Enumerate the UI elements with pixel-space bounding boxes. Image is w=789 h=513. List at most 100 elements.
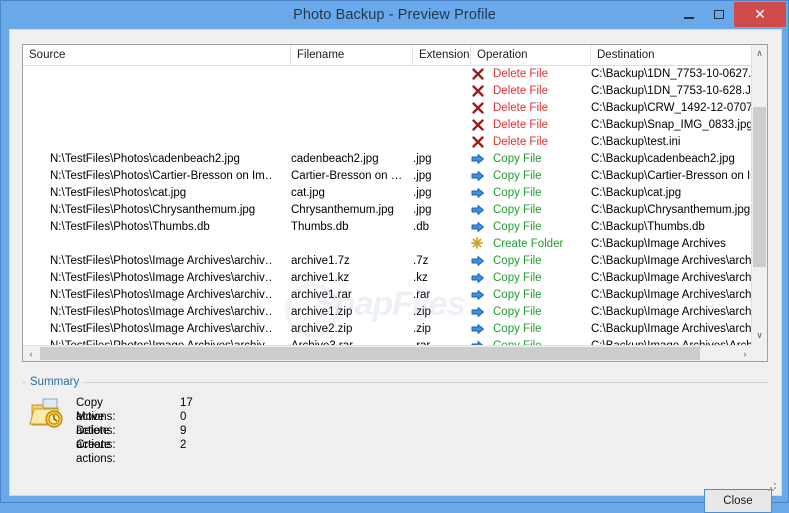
scroll-up-icon[interactable]: ∧ — [752, 45, 767, 62]
summary-group: Summary Copy actions: 17 Move actions: 0 Del… — [22, 374, 768, 465]
cell-filename: cadenbeach2.jpg — [291, 153, 379, 165]
scroll-down-icon[interactable]: ∨ — [752, 327, 767, 344]
cell-extension: .zip — [413, 323, 431, 335]
cell-destination: C:\Backup\Snap_IMG_0833.jpg.aes2 — [591, 119, 767, 131]
table-row[interactable]: N:\TestFiles\Photos\cadenbeach2.jpg caden… — [23, 151, 767, 168]
window-controls: ✕ — [674, 1, 788, 29]
table-row[interactable]: Delete File C:\Backup\1DN_7753-10-628.JPG — [23, 83, 767, 100]
cell-source: N:\TestFiles\Photos\Image Archives\archi… — [50, 255, 271, 267]
backup-folder-icon — [29, 396, 65, 432]
cell-operation: Copy File — [493, 323, 542, 335]
cell-destination: C:\Backup\Chrysanthemum.jpg — [591, 204, 751, 216]
cell-source — [23, 83, 271, 100]
group-divider — [22, 382, 768, 383]
cell-filename — [291, 134, 407, 151]
cell-filename: Thumbs.db — [291, 221, 349, 233]
column-header-filename[interactable]: Filename — [291, 45, 413, 65]
table-row[interactable]: N:\TestFiles\Photos\Thumbs.db Thumbs.db .d… — [23, 219, 767, 236]
table-row[interactable]: N:\TestFiles\Photos\Image Archives\archi… — [23, 304, 767, 321]
maximize-icon — [714, 10, 724, 19]
summary-item-value: 2 — [180, 439, 187, 451]
cell-filename: cat.jpg — [291, 187, 325, 199]
table-row[interactable]: N:\TestFiles\Photos\Image Archives\archi… — [23, 287, 767, 304]
cell-operation: Delete File — [493, 68, 548, 80]
list-rows: Delete File C:\Backup\1DN_7753-10-0627.JP… — [23, 66, 767, 361]
cell-destination: C:\Backup\test.ini — [591, 136, 681, 148]
summary-label: Summary — [26, 374, 84, 390]
cell-filename — [291, 117, 407, 134]
cell-extension — [413, 100, 465, 117]
table-row[interactable]: N:\TestFiles\Photos\Cartier-Bresson on I… — [23, 168, 767, 185]
cell-filename — [291, 83, 407, 100]
cell-extension: .zip — [413, 306, 431, 318]
cell-source: N:\TestFiles\Photos\Image Archives\archi… — [50, 306, 271, 318]
column-header-destination[interactable]: Destination — [591, 45, 767, 65]
cell-destination: C:\Backup\Thumbs.db — [591, 221, 705, 233]
preview-list[interactable]: Source Filename Extension Operation Destinat… — [22, 44, 768, 362]
cell-source: N:\TestFiles\Photos\cadenbeach2.jpg — [50, 153, 240, 165]
window-title: Photo Backup - Preview Profile — [293, 7, 496, 23]
title-bar: Photo Backup - Preview Profile ✕ — [1, 1, 788, 29]
cell-extension — [413, 117, 465, 134]
cell-operation: Copy File — [493, 204, 542, 216]
dialog-body: Source Filename Extension Operation Destinat… — [9, 29, 782, 513]
cell-filename — [291, 236, 407, 253]
table-row[interactable]: Create Folder C:\Backup\Image Archives — [23, 236, 767, 253]
cell-extension: .jpg — [413, 153, 432, 165]
cell-extension: .jpg — [413, 187, 432, 199]
cell-filename: Chrysanthemum.jpg — [291, 204, 394, 216]
scroll-left-icon[interactable]: ‹ — [23, 346, 39, 361]
cell-source — [23, 236, 271, 253]
cell-source: N:\TestFiles\Photos\Chrysanthemum.jpg — [50, 204, 256, 216]
table-row[interactable]: N:\TestFiles\Photos\Chrysanthemum.jpg Chr… — [23, 202, 767, 219]
cell-extension: .jpg — [413, 204, 432, 216]
cell-operation: Copy File — [493, 289, 542, 301]
cell-source — [23, 66, 271, 83]
horizontal-scroll-thumb[interactable] — [40, 347, 700, 360]
summary-item-value: 9 — [180, 425, 187, 437]
cell-source: N:\TestFiles\Photos\Image Archives\archi… — [50, 289, 271, 301]
column-header-source[interactable]: Source — [23, 45, 291, 65]
vertical-scrollbar[interactable]: ∧ ∨ — [751, 45, 767, 361]
cell-extension: .db — [413, 221, 429, 233]
close-window-button[interactable]: ✕ — [734, 2, 786, 27]
vertical-scroll-thumb[interactable] — [753, 107, 766, 267]
horizontal-scrollbar[interactable]: ‹ › — [23, 345, 753, 361]
table-row[interactable]: Delete File C:\Backup\test.ini — [23, 134, 767, 151]
cell-destination: C:\Backup\Image Archives — [591, 238, 726, 250]
table-row[interactable]: N:\TestFiles\Photos\Image Archives\archi… — [23, 270, 767, 287]
cell-source: N:\TestFiles\Photos\Cartier-Bresson on I… — [50, 170, 271, 182]
table-row[interactable]: N:\TestFiles\Photos\Image Archives\archi… — [23, 253, 767, 270]
cell-extension: .rar — [413, 289, 431, 301]
cell-operation: Copy File — [493, 170, 542, 182]
table-row[interactable]: Delete File C:\Backup\Snap_IMG_0833.jpg.a… — [23, 117, 767, 134]
resize-grip[interactable] — [767, 482, 777, 492]
minimize-button[interactable] — [674, 1, 704, 28]
cell-destination: C:\Backup\Cartier-Bresson on Imperr — [591, 170, 767, 182]
cell-destination: C:\Backup\cadenbeach2.jpg — [591, 153, 735, 165]
cell-destination: C:\Backup\CRW_1492-12-0707.JPG — [591, 102, 767, 114]
dialog-window: Photo Backup - Preview Profile ✕ Source F… — [0, 0, 789, 513]
cell-operation: Delete File — [493, 119, 548, 131]
maximize-button[interactable] — [704, 1, 734, 28]
cell-destination: C:\Backup\cat.jpg — [591, 187, 682, 199]
cell-operation: Copy File — [493, 221, 542, 233]
minimize-icon — [684, 16, 694, 19]
cell-operation: Create Folder — [493, 238, 564, 250]
cell-filename — [291, 100, 407, 117]
cell-destination: C:\Backup\Image Archives\archive1. — [591, 289, 767, 301]
summary-item-value: 0 — [180, 411, 187, 423]
table-row[interactable]: Delete File C:\Backup\1DN_7753-10-0627.JP… — [23, 66, 767, 83]
table-row[interactable]: N:\TestFiles\Photos\cat.jpg cat.jpg .jpg Co… — [23, 185, 767, 202]
cell-filename: archive1.zip — [291, 306, 353, 318]
cell-extension — [413, 83, 465, 100]
cell-filename — [291, 66, 407, 83]
column-header-extension[interactable]: Extension — [413, 45, 471, 65]
table-row[interactable]: Delete File C:\Backup\CRW_1492-12-0707.JP… — [23, 100, 767, 117]
column-header-operation[interactable]: Operation — [471, 45, 591, 65]
table-row[interactable]: N:\TestFiles\Photos\Image Archives\archi… — [23, 321, 767, 338]
close-button[interactable]: Close — [704, 489, 772, 513]
cell-operation: Delete File — [493, 102, 548, 114]
cell-destination: C:\Backup\Image Archives\archive1. — [591, 306, 767, 318]
cell-extension — [413, 236, 465, 253]
